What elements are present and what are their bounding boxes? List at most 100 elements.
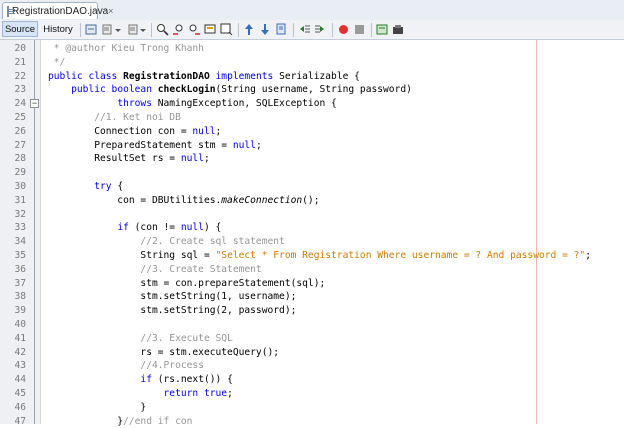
code-text: }//end if con [48,415,193,427]
line-number: 42 [14,346,26,358]
java-file-icon [7,5,15,17]
line-number: 24 [14,98,26,110]
code-line[interactable]: 38 stm.setString(1, username); [0,290,624,304]
code-text: rs = stm.executeQuery(); [48,346,280,358]
tab-registrationdao-java[interactable]: RegistrationDAO.java × [2,2,113,19]
uncomment-icon[interactable] [392,23,405,36]
code-editor[interactable]: 20 * @author Kieu Trong Khanh 21 */22 publ… [0,40,624,427]
line-number: 38 [14,291,26,303]
code-line[interactable]: 39 stm.setString(2, password); [0,304,624,318]
code-line[interactable]: 36 //3. Create Statement [0,263,624,277]
line-number: 43 [14,360,26,372]
last-edit-icon[interactable] [85,23,98,36]
comment-icon[interactable] [376,23,389,36]
code-line[interactable]: 33 if (con != null) { [0,221,624,235]
shift-right-icon[interactable] [314,23,327,36]
code-line[interactable]: 34 //2. Create sql statement [0,235,624,249]
close-tab-icon[interactable]: × [108,6,113,16]
code-line[interactable]: 28 ResultSet rs = null; [0,152,624,166]
line-number: 45 [14,388,26,399]
code-line[interactable]: 35 String sql = "Select * From Registrat… [0,249,624,263]
code-text: } [48,401,147,413]
code-line[interactable]: 47 }//end if con [0,415,624,428]
code-line[interactable]: 32 [0,208,624,222]
back-dropdown-icon[interactable] [114,23,122,36]
back-icon[interactable] [101,23,114,36]
code-line[interactable]: 41 //3. Execute SQL [0,332,624,346]
line-number: 47 [14,415,26,427]
code-line[interactable]: 21 */ [0,56,624,70]
line-number: 26 [14,125,26,137]
code-line[interactable]: 44 if (rs.next()) { [0,373,624,387]
code-text: String sql = "Select * From Registration… [48,250,591,261]
start-macro-recording-icon[interactable] [337,23,350,36]
find-previous-icon[interactable] [172,23,185,36]
code-line[interactable]: 30 try { [0,180,624,194]
code-line[interactable]: 27 PreparedStatement stm = null; [0,139,624,153]
forward-dropdown-icon[interactable] [139,23,147,36]
forward-icon[interactable] [126,23,139,36]
code-line[interactable]: 29 [0,166,624,180]
toggle-rectangular-selection-icon[interactable] [220,23,233,36]
code-text: * @author Kieu Trong Khanh [48,43,204,54]
code-text: return true; [163,388,233,399]
line-number: 34 [14,236,26,248]
find-next-icon[interactable] [188,23,201,36]
code-text: PreparedStatement stm = null; [48,139,262,151]
fold-toggle-icon[interactable]: − [30,99,39,109]
line-number: 20 [14,43,26,54]
code-text: //1. Ket noi DB [48,112,181,123]
code-text: public boolean checkLogin(String usernam… [71,84,412,96]
code-line[interactable]: 23 public boolean checkLogin(String user… [0,83,624,97]
code-line[interactable]: 31 con = DBUtilities.makeConnection(); [0,194,624,208]
previous-bookmark-icon[interactable] [243,23,256,36]
code-text: //3. Create Statement [48,263,262,275]
toggle-bookmark-icon[interactable] [275,23,288,36]
shift-left-icon[interactable] [298,23,311,36]
line-number: 28 [14,153,26,165]
code-line[interactable]: 42 rs = stm.executeQuery(); [0,346,624,360]
code-line[interactable]: 40 [0,318,624,332]
find-icon[interactable] [156,23,169,36]
stop-macro-recording-icon[interactable] [353,23,366,36]
code-line[interactable]: 46 } [0,401,624,415]
line-number: 21 [14,56,26,68]
editor-toolbar: Source History [0,20,624,40]
line-number: 22 [14,70,26,82]
editor-tab-bar: RegistrationDAO.java × [0,0,624,21]
code-text: //3. Execute SQL [48,332,233,344]
code-line[interactable]: 26 Connection con = null; [0,125,624,139]
code-text: public class RegistrationDAO implements … [48,70,360,82]
tab-title: RegistrationDAO.java [12,5,109,17]
source-view-button[interactable]: Source [2,21,38,37]
code-text: con = DBUtilities.makeConnection(); [48,194,320,206]
code-text: stm.setString(2, password); [48,305,297,317]
line-number: 44 [14,374,26,386]
toggle-highlight-icon[interactable] [204,23,217,36]
code-line[interactable]: 37 stm = con.prepareStatement(sql); [0,277,624,291]
code-text: if (rs.next()) { [140,374,233,386]
next-bookmark-icon[interactable] [259,23,272,36]
code-text: //4.Process [48,360,204,372]
line-number: 39 [14,305,26,317]
line-number: 27 [14,139,26,151]
code-text: ResultSet rs = null; [48,153,210,165]
line-number: 33 [14,222,26,234]
code-line[interactable]: 22 public class RegistrationDAO implement… [0,70,624,84]
code-line[interactable]: 24 throws NamingException, SQLException … [0,97,624,111]
line-number: 30 [14,181,26,192]
history-view-button[interactable]: History [40,21,76,37]
line-number: 32 [14,208,26,220]
code-text: Connection con = null; [48,125,222,137]
code-line[interactable]: 20 * @author Kieu Trong Khanh [0,42,624,56]
code-text: //2. Create sql statement [48,236,285,248]
code-text: */ [48,56,66,68]
code-text: if (con != null) { [117,222,222,234]
line-number: 23 [14,84,26,96]
code-line[interactable]: 25 //1. Ket noi DB [0,111,624,125]
line-number: 36 [14,263,26,275]
line-number: 46 [14,401,26,413]
code-text: stm.setString(1, username); [48,291,297,303]
code-line[interactable]: 43 //4.Process [0,359,624,373]
code-line[interactable]: 45 return true; [0,387,624,401]
